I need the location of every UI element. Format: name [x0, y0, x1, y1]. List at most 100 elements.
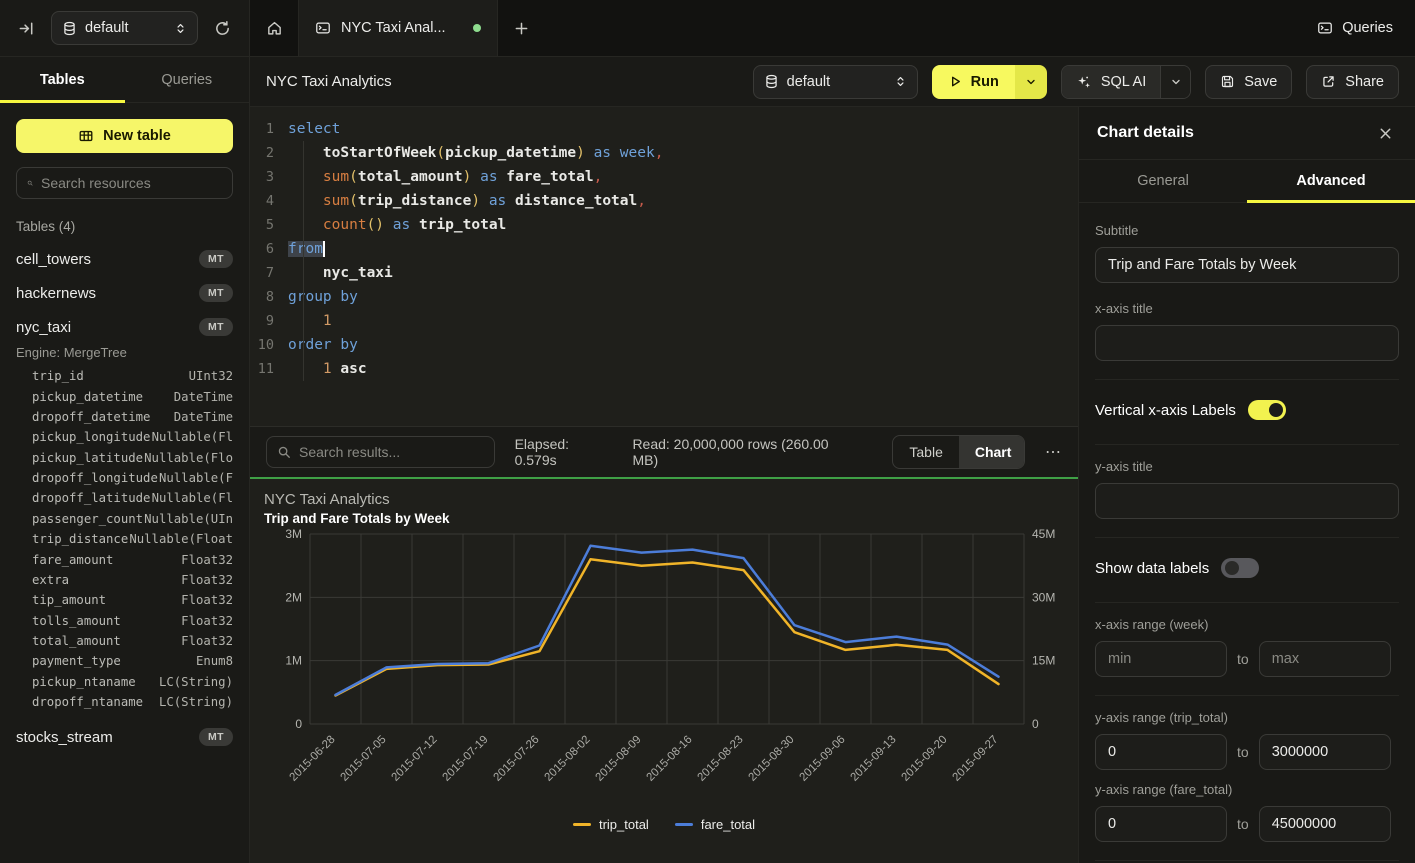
- share-label: Share: [1345, 74, 1384, 90]
- column-type: Nullable(Flo: [144, 451, 233, 465]
- tab-nyc-taxi-analytics[interactable]: NYC Taxi Anal...: [298, 0, 498, 56]
- elapsed-stat: Elapsed: 0.579s: [515, 436, 613, 468]
- top-bar-left: default: [0, 0, 250, 56]
- show-data-labels-toggle[interactable]: [1221, 558, 1259, 578]
- y-range-trip-min-input[interactable]: [1095, 734, 1227, 770]
- home-button[interactable]: [250, 0, 298, 56]
- search-icon: [277, 445, 291, 459]
- y-range-fare-min-input[interactable]: [1095, 806, 1227, 842]
- column-type: Nullable(Fl: [152, 491, 233, 505]
- column-name: dropoff_latitude: [32, 491, 150, 505]
- run-button[interactable]: Run: [932, 65, 1015, 99]
- svg-text:2015-09-20: 2015-09-20: [900, 734, 950, 784]
- run-database-value: default: [787, 74, 886, 90]
- line-number: 11: [250, 357, 288, 381]
- x-axis-title-input[interactable]: [1095, 325, 1399, 361]
- new-table-button[interactable]: New table: [16, 119, 233, 153]
- engine-badge: MT: [199, 250, 233, 268]
- sql-ai-label: SQL AI: [1101, 74, 1146, 90]
- legend-swatch: [573, 823, 591, 826]
- code-text: toStartOfWeek(pickup_datetime) as week,: [288, 141, 663, 165]
- column-type: Float32: [181, 614, 233, 628]
- sql-ai-button[interactable]: SQL AI: [1062, 66, 1160, 98]
- y-axis-title-input[interactable]: [1095, 483, 1399, 519]
- y-range-fare-max-input[interactable]: [1259, 806, 1391, 842]
- line-number: 2: [250, 141, 288, 165]
- panel-tab-general[interactable]: General: [1079, 160, 1247, 202]
- run-options-button[interactable]: [1015, 65, 1047, 99]
- x-range-group: x-axis range (week) to: [1095, 603, 1399, 696]
- table-list-item[interactable]: hackernewsMT: [16, 284, 233, 302]
- data-labels-group: Show data labels: [1095, 538, 1399, 603]
- column-name: dropoff_longitude: [32, 471, 158, 485]
- x-axis-title-label: x-axis title: [1095, 301, 1399, 316]
- code-text: 1: [288, 309, 332, 333]
- chart-details-panel: Chart details General Advanced Subtitle …: [1078, 107, 1415, 863]
- svg-text:2M: 2M: [285, 590, 302, 604]
- close-panel-button[interactable]: [1374, 122, 1397, 145]
- code-line: 4 sum(trip_distance) as distance_total,: [250, 189, 1078, 213]
- refresh-button[interactable]: [210, 16, 235, 41]
- database-selector[interactable]: default: [51, 11, 198, 45]
- column-name: total_amount: [32, 634, 121, 648]
- search-icon: [27, 176, 33, 190]
- refresh-icon: [214, 20, 231, 37]
- line-number: 9: [250, 309, 288, 333]
- panel-body: Subtitle x-axis title Vertical x-axis La…: [1079, 203, 1415, 863]
- svg-text:2015-09-06: 2015-09-06: [798, 734, 848, 784]
- code-text: group by: [288, 285, 358, 309]
- panel-tab-advanced[interactable]: Advanced: [1247, 160, 1415, 202]
- x-range-min-input[interactable]: [1095, 641, 1227, 677]
- svg-text:2015-06-28: 2015-06-28: [288, 734, 338, 784]
- table-list-item[interactable]: stocks_streamMT: [16, 728, 233, 746]
- column-row: pickup_datetimeDateTime: [16, 386, 233, 406]
- svg-text:0: 0: [295, 717, 302, 731]
- subtitle-input[interactable]: [1095, 247, 1399, 283]
- sql-editor[interactable]: 1select2 toStartOfWeek(pickup_datetime) …: [250, 107, 1078, 427]
- column-row: trip_idUInt32: [16, 366, 233, 386]
- vertical-x-axis-labels-toggle[interactable]: [1248, 400, 1286, 420]
- sql-ai-options-button[interactable]: [1160, 66, 1190, 98]
- resource-search-input[interactable]: [41, 175, 222, 191]
- legend-item[interactable]: trip_total: [573, 817, 649, 832]
- code-text: sum(total_amount) as fare_total,: [288, 165, 602, 189]
- x-range-max-input[interactable]: [1259, 641, 1391, 677]
- engine-badge: MT: [199, 728, 233, 746]
- new-tab-button[interactable]: [498, 0, 544, 56]
- y-range-trip-max-input[interactable]: [1259, 734, 1391, 770]
- code-line: 11 1 asc: [250, 357, 1078, 381]
- table-list-item[interactable]: cell_towersMT: [16, 250, 233, 268]
- collapse-sidebar-button[interactable]: [14, 16, 39, 41]
- legend-item[interactable]: fare_total: [675, 817, 755, 832]
- share-button[interactable]: Share: [1306, 65, 1399, 99]
- sidebar-tab-queries[interactable]: Queries: [125, 57, 250, 102]
- code-line: 6from: [250, 237, 1078, 261]
- legend-label: fare_total: [701, 817, 755, 832]
- column-type: Nullable(F: [159, 471, 233, 485]
- line-number: 7: [250, 261, 288, 285]
- column-type: LC(String): [159, 675, 233, 689]
- run-database-selector[interactable]: default: [753, 65, 918, 99]
- column-name: extra: [32, 573, 69, 587]
- column-row: total_amountFloat32: [16, 631, 233, 651]
- more-options-button[interactable]: ⋯: [1045, 442, 1062, 462]
- view-toggle-table[interactable]: Table: [893, 436, 958, 468]
- results-search-input[interactable]: [299, 444, 484, 460]
- svg-text:2015-09-13: 2015-09-13: [849, 734, 899, 784]
- sidebar-tab-tables[interactable]: Tables: [0, 57, 125, 102]
- legend-swatch: [675, 823, 693, 826]
- code-line: 7 nyc_taxi: [250, 261, 1078, 285]
- view-toggle-chart[interactable]: Chart: [959, 436, 1025, 468]
- column-row: extraFloat32: [16, 570, 233, 590]
- show-data-labels-label: Show data labels: [1095, 560, 1209, 577]
- chart-legend: trip_total fare_total: [264, 817, 1064, 832]
- ellipsis-icon: ⋯: [1045, 444, 1062, 461]
- column-type: Float32: [181, 593, 233, 607]
- table-list-item[interactable]: nyc_taxiMT: [16, 318, 233, 336]
- sparkles-icon: [1076, 74, 1092, 90]
- results-toolbar: Elapsed: 0.579s Read: 20,000,000 rows (2…: [250, 427, 1078, 477]
- column-row: pickup_longitudeNullable(Fl: [16, 427, 233, 447]
- queries-button[interactable]: Queries: [1317, 20, 1393, 36]
- svg-text:3M: 3M: [285, 527, 302, 541]
- save-button[interactable]: Save: [1205, 65, 1292, 99]
